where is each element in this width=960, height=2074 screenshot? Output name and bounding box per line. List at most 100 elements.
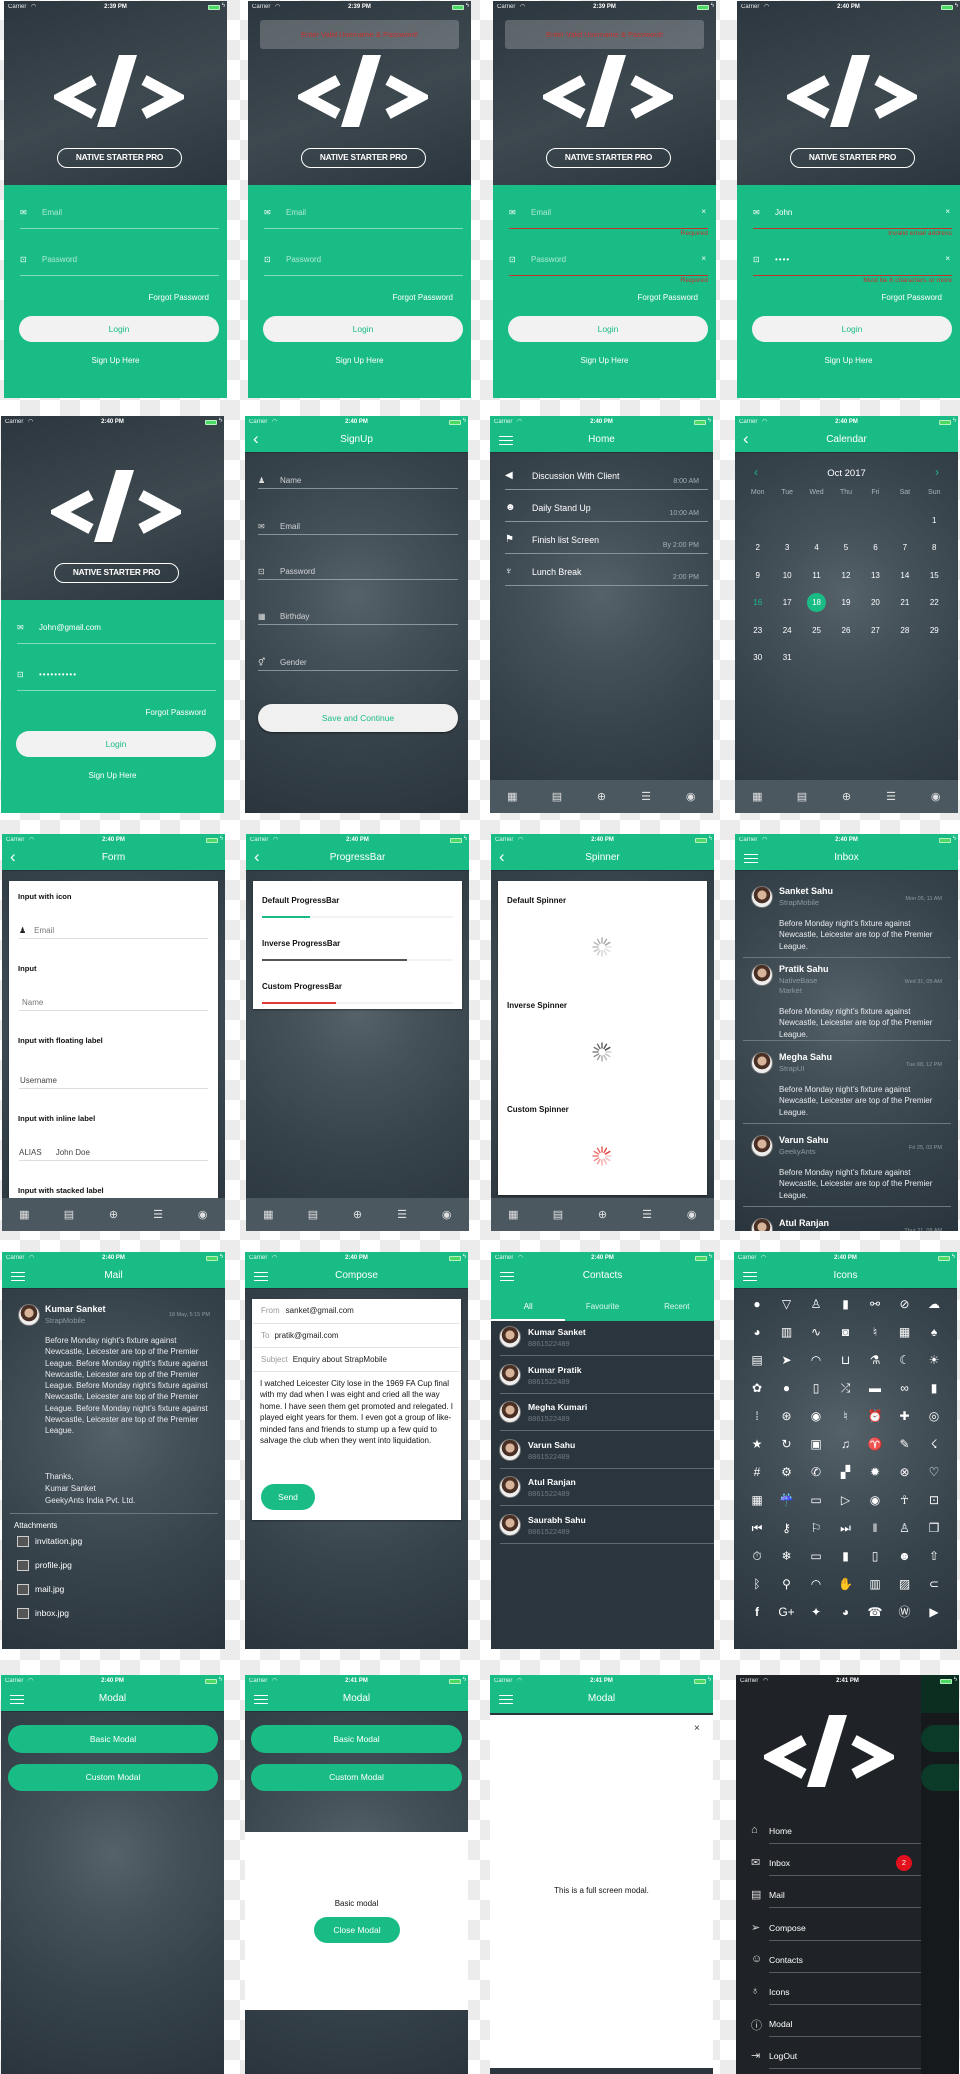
calendar-day[interactable]: 17: [778, 593, 797, 612]
mic-off-outline-icon[interactable]: ♮: [836, 1408, 856, 1424]
sliders-icon[interactable]: ☰: [392, 1208, 412, 1221]
microphone-icon[interactable]: ▮: [924, 1380, 944, 1396]
apps-icon[interactable]: ⁞: [747, 1408, 767, 1424]
trash-icon[interactable]: ▥: [865, 1576, 885, 1592]
share-icon[interactable]: ⇧: [924, 1548, 944, 1564]
pie-chart-icon[interactable]: ◕: [747, 1324, 767, 1340]
refresh-icon[interactable]: ◉: [682, 1208, 702, 1221]
medkit-icon[interactable]: ✚: [895, 1408, 915, 1424]
drawer-item-icons[interactable]: ♁ Icons: [736, 1981, 921, 2005]
game-controller-icon[interactable]: ▬: [865, 1380, 885, 1396]
refresh-icon[interactable]: ◉: [193, 1208, 213, 1221]
bluetooth-icon[interactable]: ᛒ: [747, 1576, 767, 1592]
drawer-item-compose[interactable]: ➢ Compose: [736, 1917, 921, 1941]
stopwatch-icon[interactable]: ⏱: [747, 1548, 767, 1564]
attachment-item[interactable]: profile.jpg: [17, 1560, 72, 1574]
task-item[interactable]: ♆ Lunch Break 2:00 PM: [505, 564, 708, 586]
contact-item[interactable]: Saurabh Sahu 8861522489: [491, 1512, 714, 1546]
calendar-day[interactable]: 28: [895, 621, 914, 640]
calendar-day[interactable]: 14: [895, 566, 914, 585]
mic-off-icon[interactable]: ♮: [865, 1324, 885, 1340]
task-item[interactable]: ◀ Discussion With Client 8:00 AM: [505, 468, 708, 490]
bulb-icon[interactable]: ♡: [924, 1464, 944, 1480]
whatsapp-icon[interactable]: ☎: [865, 1604, 885, 1620]
tab-all[interactable]: All: [491, 1297, 566, 1321]
train-icon[interactable]: ▣: [806, 1436, 826, 1452]
hashtag-icon[interactable]: #: [747, 1464, 767, 1480]
drawer-item-mail[interactable]: ▤ Mail: [736, 1884, 921, 1909]
calendar-day[interactable]: 21: [895, 593, 914, 612]
wifi-icon[interactable]: ◠: [806, 1576, 826, 1592]
add-circle-icon[interactable]: ⊕: [592, 1208, 612, 1221]
film-icon[interactable]: ▦: [895, 1324, 915, 1340]
star-half-icon[interactable]: ★: [747, 1436, 767, 1452]
inbox-item[interactable]: Sanket Sahu StrapMobile Mon 05, 11 AM Be…: [735, 886, 958, 966]
paper-plane-icon[interactable]: ➤: [777, 1352, 797, 1368]
play-icon[interactable]: ▷: [836, 1492, 856, 1508]
signup-link[interactable]: Sign Up Here: [248, 356, 471, 365]
disc-icon[interactable]: ◎: [924, 1408, 944, 1424]
forgot-password-link[interactable]: Forgot Password: [882, 293, 942, 302]
attach-icon[interactable]: ⊂: [924, 1576, 944, 1592]
signup-link[interactable]: Sign Up Here: [4, 356, 227, 365]
name-input[interactable]: Name: [19, 997, 208, 1011]
calendar-day[interactable]: 1: [925, 511, 944, 530]
forgot-password-link[interactable]: Forgot Password: [393, 293, 453, 302]
signup-link[interactable]: Sign Up Here: [737, 356, 960, 365]
attachment-item[interactable]: mail.jpg: [17, 1584, 64, 1598]
book-icon[interactable]: ▥: [777, 1324, 797, 1340]
partly-sunny-icon[interactable]: ☀: [924, 1352, 944, 1368]
calendar-day[interactable]: 13: [866, 566, 885, 585]
tab-recent[interactable]: Recent: [640, 1297, 714, 1321]
save-continue-button[interactable]: Save and Continue: [258, 704, 458, 732]
calendar-day[interactable]: 31: [778, 648, 797, 667]
camera-icon[interactable]: ◙: [836, 1324, 856, 1340]
contact-item[interactable]: Varun Sahu 8861522489: [491, 1437, 714, 1471]
password-field[interactable]: ⊡ Password: [258, 564, 458, 580]
email-input[interactable]: ✉ John@gmail.com: [17, 620, 216, 636]
flame-icon[interactable]: ♠: [924, 1324, 944, 1340]
login-button[interactable]: Login: [752, 316, 952, 342]
name-field[interactable]: ♟ Name: [258, 473, 458, 489]
barcode-icon[interactable]: ‖: [865, 1520, 885, 1536]
contact-item[interactable]: Atul Ranjan 8861522489: [491, 1474, 714, 1508]
send-button[interactable]: Send: [261, 1484, 315, 1510]
basic-modal-button[interactable]: Basic Modal: [251, 1725, 462, 1753]
custom-modal-button[interactable]: Custom Modal: [8, 1764, 218, 1791]
sunburst-icon[interactable]: ✹: [865, 1464, 885, 1480]
clipboard-icon[interactable]: ▯: [865, 1548, 885, 1564]
forgot-password-link[interactable]: Forgot Password: [149, 293, 209, 302]
login-button[interactable]: Login: [19, 316, 219, 342]
paper-icon[interactable]: ▤: [747, 1352, 767, 1368]
rainy-icon[interactable]: ☔: [777, 1492, 797, 1508]
clear-icon[interactable]: ×: [701, 254, 706, 263]
password-input[interactable]: ⊡ ••••••••••: [17, 667, 216, 683]
paw-icon[interactable]: ✿: [747, 1380, 767, 1396]
email-input[interactable]: ♟ Email: [19, 925, 208, 939]
sliders-icon[interactable]: ☰: [637, 1208, 657, 1221]
cloud-icon[interactable]: ☁: [924, 1296, 944, 1312]
next-month-icon[interactable]: ›: [935, 465, 939, 479]
copy-icon[interactable]: ❐: [924, 1520, 944, 1536]
calendar-day[interactable]: 19: [837, 593, 856, 612]
refresh-icon[interactable]: ↻: [777, 1436, 797, 1452]
github-icon[interactable]: ◕: [836, 1604, 856, 1620]
images-icon[interactable]: ▨: [895, 1576, 915, 1592]
email-field[interactable]: ✉ Email: [258, 519, 458, 535]
settings-icon[interactable]: ⚙: [777, 1464, 797, 1480]
eye-icon[interactable]: ◉: [806, 1408, 826, 1424]
alias-input[interactable]: ALIAS John Doe: [19, 1147, 208, 1161]
calendar-day[interactable]: 27: [866, 621, 885, 640]
calendar-day[interactable]: 23: [748, 621, 767, 640]
calendar-day[interactable]: 26: [837, 621, 856, 640]
refresh-icon[interactable]: ◉: [681, 790, 701, 803]
password-input[interactable]: ⊡ Password: [264, 252, 463, 268]
message-body[interactable]: I watched Leicester City lose in the 196…: [260, 1378, 455, 1446]
wordpress-icon[interactable]: Ⓦ: [895, 1604, 915, 1620]
baseball-icon[interactable]: ⊗: [895, 1464, 915, 1480]
calendar-day[interactable]: 8: [925, 538, 944, 557]
calendar-day[interactable]: 16: [748, 593, 767, 612]
add-circle-icon[interactable]: ⊕: [591, 790, 611, 803]
password-input[interactable]: ⊡ Password: [509, 252, 708, 268]
happy-icon[interactable]: ☻: [895, 1548, 915, 1564]
